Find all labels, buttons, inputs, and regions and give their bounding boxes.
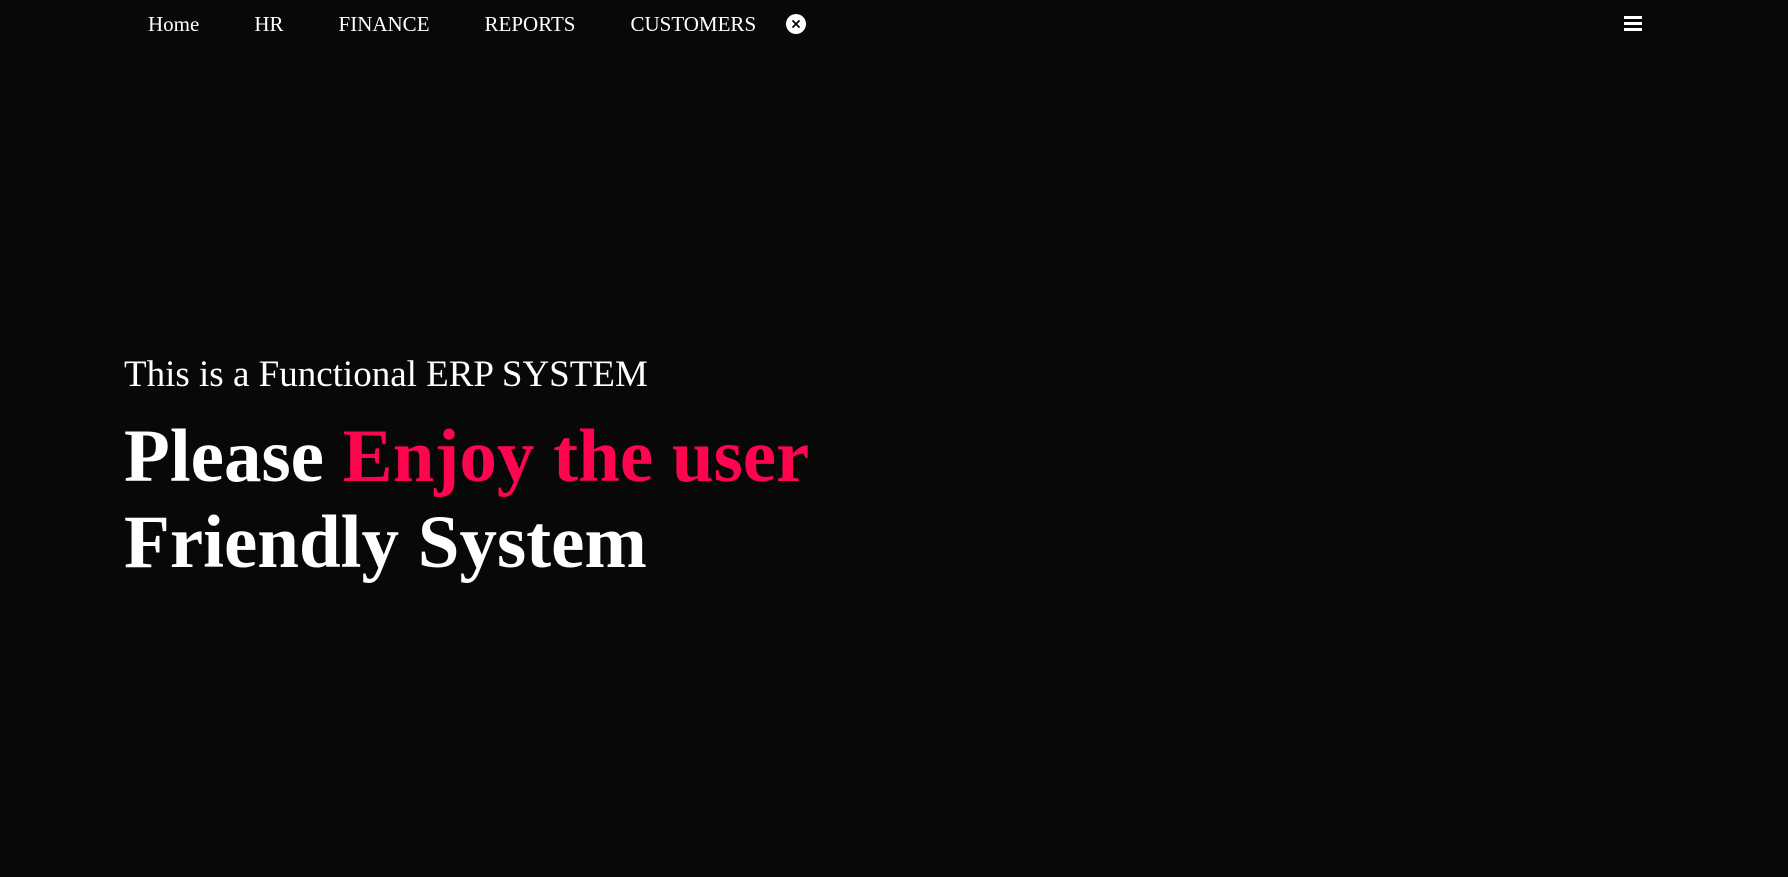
close-icon [792,20,801,28]
hero-section: This is a Functional ERP SYSTEM Please E… [124,352,1024,586]
hero-title: Please Enjoy the user Friendly System [124,414,1024,586]
hero-title-accent: Enjoy the user [342,415,810,498]
nav-item-reports[interactable]: REPORTS [485,12,576,36]
menu-bar [1624,22,1642,25]
nav-item-finance[interactable]: FINANCE [339,12,430,36]
page: Home HR FINANCE REPORTS CUSTOMERS This i… [0,0,1788,877]
nav-item-hr[interactable]: HR [254,12,283,36]
close-button[interactable] [786,14,807,34]
nav-item-customers[interactable]: CUSTOMERS [630,12,756,36]
menu-bar [1624,16,1642,19]
menu-bar [1624,28,1642,31]
hero-title-part1: Please [124,415,343,498]
hamburger-menu-icon[interactable] [1624,16,1642,32]
hero-title-part2: Friendly System [124,501,647,584]
top-navbar: Home HR FINANCE REPORTS CUSTOMERS [0,0,1788,50]
nav-list: Home HR FINANCE REPORTS CUSTOMERS [148,12,807,36]
nav-item-home[interactable]: Home [148,12,199,36]
hero-subtitle: This is a Functional ERP SYSTEM [124,354,648,395]
